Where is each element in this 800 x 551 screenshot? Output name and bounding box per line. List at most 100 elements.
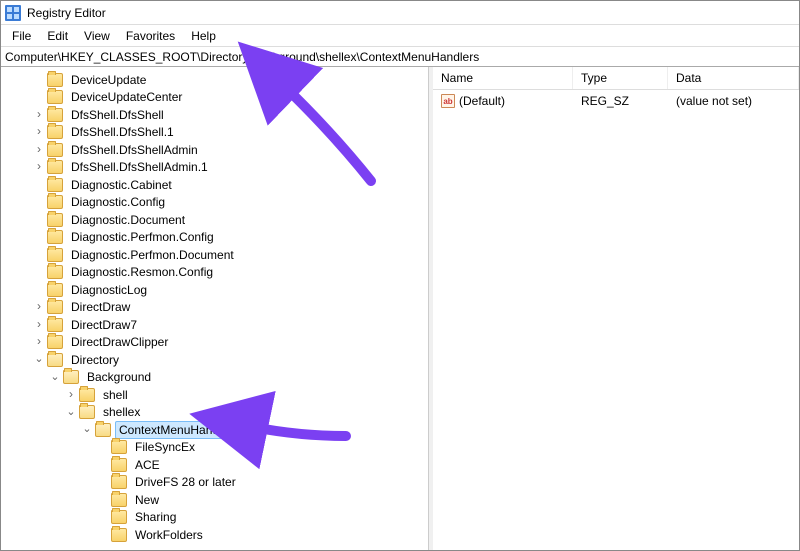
- tree-node[interactable]: WorkFolders: [1, 526, 428, 544]
- tree-node[interactable]: Sharing: [1, 509, 428, 527]
- menu-view[interactable]: View: [77, 27, 117, 45]
- tree-node[interactable]: ACE: [1, 456, 428, 474]
- tree-node-label: DfsShell.DfsShell: [67, 106, 168, 124]
- tree-node-label: DfsShell.DfsShell.1: [67, 123, 178, 141]
- tree-node[interactable]: DfsShell.DfsShellAdmin.1: [1, 159, 428, 177]
- tree-node[interactable]: New: [1, 491, 428, 509]
- folder-icon: [111, 458, 127, 472]
- expander-icon[interactable]: [81, 424, 93, 436]
- tree-node-label: shellex: [99, 403, 144, 421]
- folder-icon: [47, 318, 63, 332]
- tree-node[interactable]: DeviceUpdateCenter: [1, 89, 428, 107]
- expander-icon[interactable]: [33, 126, 45, 138]
- tree-node[interactable]: Diagnostic.Config: [1, 194, 428, 212]
- folder-icon: [47, 90, 63, 104]
- tree-node-label: DiagnosticLog: [67, 281, 151, 299]
- list-row[interactable]: ab (Default) REG_SZ (value not set): [433, 90, 799, 112]
- tree-node[interactable]: DirectDraw7: [1, 316, 428, 334]
- tree-node[interactable]: ContextMenuHandlers: [1, 421, 428, 439]
- tree-node[interactable]: Diagnostic.Perfmon.Document: [1, 246, 428, 264]
- list-pane[interactable]: Name Type Data ab (Default) REG_SZ (valu…: [433, 67, 799, 550]
- folder-icon: [111, 493, 127, 507]
- folder-icon: [79, 405, 95, 419]
- tree-node-label: DirectDrawClipper: [67, 333, 172, 351]
- column-type[interactable]: Type: [573, 67, 668, 89]
- folder-icon: [47, 178, 63, 192]
- tree-node-label: DriveFS 28 or later: [131, 473, 240, 491]
- column-name[interactable]: Name: [433, 67, 573, 89]
- tree-node[interactable]: DirectDraw: [1, 299, 428, 317]
- tree-node-label: DirectDraw7: [67, 316, 141, 334]
- tree-node[interactable]: shell: [1, 386, 428, 404]
- folder-icon: [47, 230, 63, 244]
- expander-icon[interactable]: [33, 354, 45, 366]
- tree-node-label: New: [131, 491, 163, 509]
- expander-icon[interactable]: [33, 161, 45, 173]
- tree-node[interactable]: DfsShell.DfsShell.1: [1, 124, 428, 142]
- tree-node-label: Diagnostic.Perfmon.Document: [67, 246, 238, 264]
- tree-node-label: Diagnostic.Config: [67, 193, 169, 211]
- tree-node-label: Diagnostic.Resmon.Config: [67, 263, 217, 281]
- tree-node-label: Diagnostic.Perfmon.Config: [67, 228, 218, 246]
- expander-icon[interactable]: [33, 319, 45, 331]
- expander-icon[interactable]: [33, 109, 45, 121]
- expander-icon[interactable]: [65, 389, 77, 401]
- list-header: Name Type Data: [433, 67, 799, 90]
- folder-icon: [47, 160, 63, 174]
- value-type: REG_SZ: [573, 92, 668, 110]
- menu-favorites[interactable]: Favorites: [119, 27, 182, 45]
- string-value-icon: ab: [441, 94, 455, 108]
- tree-node-label: ContextMenuHandlers: [115, 421, 242, 439]
- tree-node[interactable]: DfsShell.DfsShellAdmin: [1, 141, 428, 159]
- menu-help[interactable]: Help: [184, 27, 223, 45]
- expander-icon[interactable]: [65, 406, 77, 418]
- content-area: DeviceUpdateDeviceUpdateCenterDfsShell.D…: [1, 67, 799, 550]
- tree-node[interactable]: Diagnostic.Cabinet: [1, 176, 428, 194]
- folder-icon: [47, 353, 63, 367]
- tree-node[interactable]: DeviceUpdate: [1, 71, 428, 89]
- folder-icon: [47, 265, 63, 279]
- tree-node-label: DirectDraw: [67, 298, 134, 316]
- address-bar[interactable]: Computer\HKEY_CLASSES_ROOT\Directory\Bac…: [1, 47, 799, 67]
- expander-icon[interactable]: [33, 301, 45, 313]
- tree-node[interactable]: FileSyncEx: [1, 439, 428, 457]
- value-name: (Default): [459, 94, 505, 108]
- folder-icon: [47, 283, 63, 297]
- folder-icon: [47, 108, 63, 122]
- tree-node[interactable]: DirectDrawClipper: [1, 334, 428, 352]
- tree-node-label: shell: [99, 386, 132, 404]
- folder-icon: [111, 440, 127, 454]
- title-bar: Registry Editor: [1, 1, 799, 25]
- tree-node-label: Diagnostic.Cabinet: [67, 176, 176, 194]
- tree-node[interactable]: DiagnosticLog: [1, 281, 428, 299]
- folder-icon: [47, 125, 63, 139]
- tree-node[interactable]: Directory: [1, 351, 428, 369]
- column-data[interactable]: Data: [668, 67, 799, 89]
- tree-node[interactable]: Diagnostic.Resmon.Config: [1, 264, 428, 282]
- folder-icon: [47, 143, 63, 157]
- tree-node[interactable]: Diagnostic.Perfmon.Config: [1, 229, 428, 247]
- menu-edit[interactable]: Edit: [40, 27, 75, 45]
- tree-node[interactable]: DfsShell.DfsShell: [1, 106, 428, 124]
- expander-icon[interactable]: [33, 144, 45, 156]
- tree-node-label: Sharing: [131, 508, 180, 526]
- tree-pane[interactable]: DeviceUpdateDeviceUpdateCenterDfsShell.D…: [1, 67, 429, 550]
- app-icon: [5, 5, 21, 21]
- menu-bar: File Edit View Favorites Help: [1, 25, 799, 47]
- tree-node-label: DeviceUpdate: [67, 71, 150, 89]
- folder-icon: [111, 510, 127, 524]
- expander-icon[interactable]: [49, 371, 61, 383]
- tree-node[interactable]: Background: [1, 369, 428, 387]
- tree-node[interactable]: DriveFS 28 or later: [1, 474, 428, 492]
- tree-node[interactable]: Diagnostic.Document: [1, 211, 428, 229]
- tree-node-label: Directory: [67, 351, 123, 369]
- tree-node[interactable]: shellex: [1, 404, 428, 422]
- address-path: Computer\HKEY_CLASSES_ROOT\Directory\Bac…: [5, 50, 479, 64]
- menu-file[interactable]: File: [5, 27, 38, 45]
- folder-icon: [111, 475, 127, 489]
- value-data: (value not set): [668, 92, 799, 110]
- folder-icon: [47, 248, 63, 262]
- folder-icon: [111, 528, 127, 542]
- tree-node-label: ACE: [131, 456, 164, 474]
- expander-icon[interactable]: [33, 336, 45, 348]
